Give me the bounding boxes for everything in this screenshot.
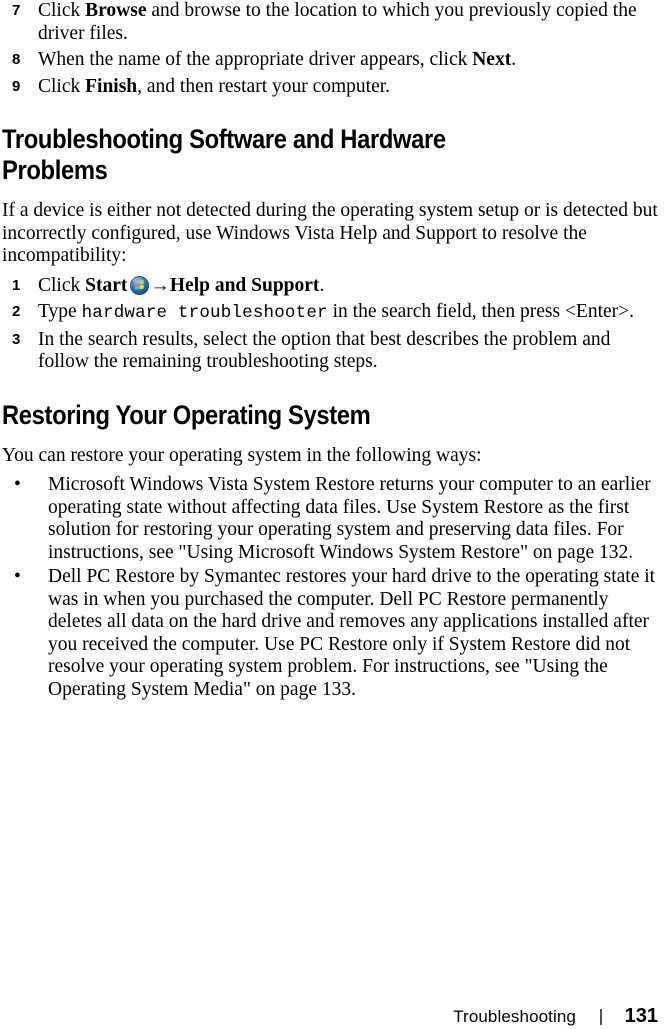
step-text-pre: Click: [38, 274, 86, 296]
step-text: Click Finish, and then restart your comp…: [38, 76, 658, 99]
step-text-pre: Click: [38, 0, 86, 21]
step-text: When the name of the appropriate driver …: [38, 49, 658, 72]
step-text: Click Start →Help and Support.: [38, 275, 658, 298]
step-number: 8: [12, 51, 21, 68]
bullet-icon: •: [14, 474, 21, 495]
step-text-pre: Click: [38, 75, 86, 97]
step-text: Type hardware troubleshooter in the sear…: [38, 301, 658, 325]
start-menu-label: Start: [85, 274, 128, 296]
step-text-post: .: [319, 274, 325, 296]
step-number: 1: [12, 276, 21, 294]
bullet-icon: •: [14, 566, 21, 587]
troubleshooting-intro-paragraph: If a device is either not detected durin…: [2, 200, 658, 266]
footer-divider: [600, 1008, 602, 1025]
step-text-post: in the search field, then press <Enter>.: [327, 301, 635, 322]
windows-start-orb-icon: [130, 275, 150, 295]
step-text-pre: Type: [38, 301, 82, 322]
section-heading-troubleshooting-line2: Problems: [2, 155, 108, 185]
restore-options-list: • Microsoft Windows Vista System Restore…: [2, 474, 658, 701]
footer-section-title: Troubleshooting: [453, 1006, 576, 1026]
bullet-text: Dell PC Restore by Symantec restores you…: [48, 566, 656, 700]
step-number: 3: [12, 330, 21, 348]
list-item: • Dell PC Restore by Symantec restores y…: [2, 566, 658, 701]
page-number: 131: [624, 1005, 658, 1027]
bullet-text: Microsoft Windows Vista System Restore r…: [48, 474, 651, 563]
list-item: 9 Click Finish, and then restart your co…: [2, 76, 658, 99]
step-text-bold: Next: [472, 49, 512, 70]
step-number: 2: [12, 303, 21, 320]
list-item: • Microsoft Windows Vista System Restore…: [2, 474, 658, 564]
help-and-support-steps: 1 Click Start →Help and Support. 2 Type h…: [2, 275, 658, 374]
step-text-post: , and then restart your computer.: [137, 75, 391, 97]
step-text-bold: Browse: [85, 0, 147, 21]
list-item: 2 Type hardware troubleshooter in the se…: [2, 301, 658, 325]
step-text-pre: When the name of the appropriate driver …: [38, 49, 473, 70]
step-number: 9: [12, 77, 21, 95]
list-item: 1 Click Start →Help and Support.: [2, 275, 658, 298]
driver-install-steps: 7 Click Browse and browse to the locatio…: [2, 0, 658, 98]
arrow-icon: →: [150, 274, 170, 296]
list-item: 8 When the name of the appropriate drive…: [2, 49, 658, 72]
step-text: Click Browse and browse to the location …: [38, 0, 658, 45]
list-item: 3 In the search results, select the opti…: [2, 329, 658, 374]
list-item: 7 Click Browse and browse to the locatio…: [2, 0, 658, 45]
step-text-post: .: [511, 49, 517, 70]
step-number: 7: [12, 2, 21, 19]
search-query-literal: hardware troubleshooter: [81, 303, 328, 323]
page-footer: Troubleshooting 131: [0, 1004, 670, 1029]
section-heading-restoring: Restoring Your Operating System: [2, 399, 371, 430]
help-and-support-label: Help and Support: [169, 274, 320, 296]
restoring-intro-paragraph: You can restore your operating system in…: [2, 444, 482, 466]
section-heading-troubleshooting-line1: Troubleshooting Software and Hardware: [2, 124, 446, 154]
page-content: 7 Click Browse and browse to the locatio…: [2, 0, 658, 703]
step-text: In the search results, select the option…: [38, 328, 611, 373]
document-page: 7 Click Browse and browse to the locatio…: [0, 0, 670, 1029]
step-text-bold: Finish: [85, 75, 138, 97]
